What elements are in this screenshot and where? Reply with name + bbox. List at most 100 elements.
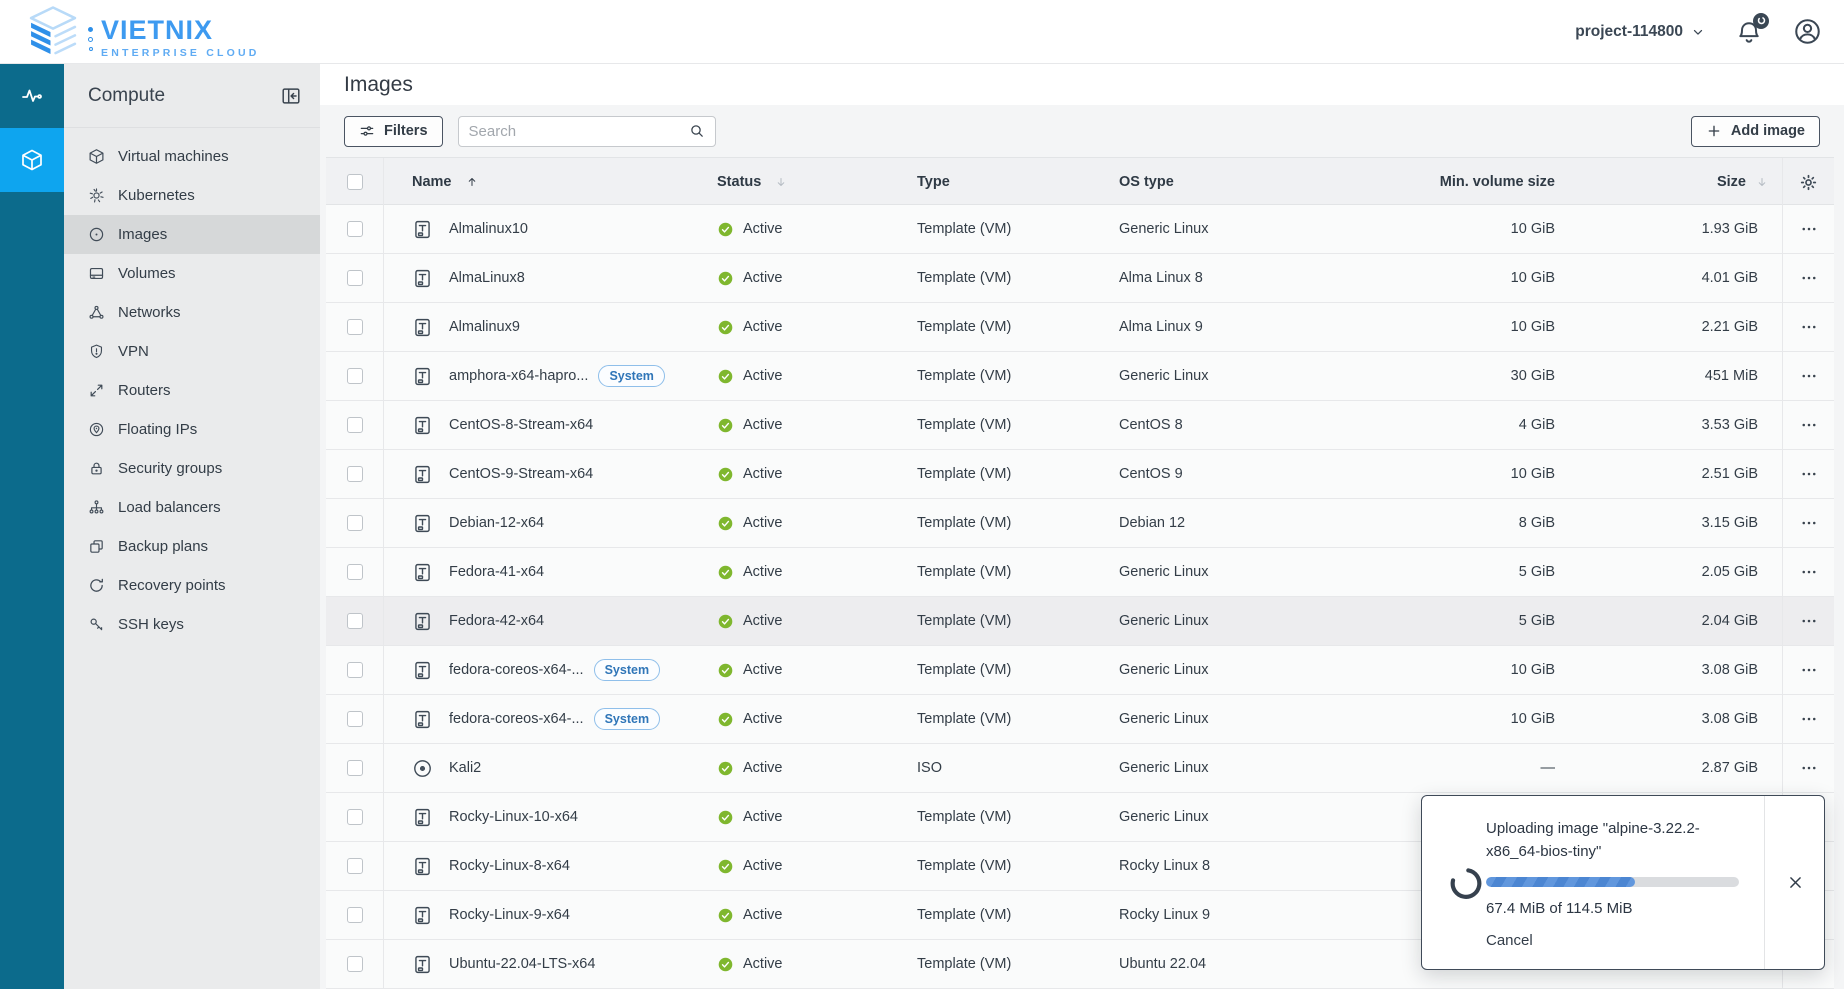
- sidebar-item-networks[interactable]: Networks: [64, 293, 320, 332]
- vietnix-logo[interactable]: VIETNIX ENTERPRISE CLOUD: [26, 5, 260, 59]
- row-actions-menu-icon[interactable]: [1800, 465, 1818, 483]
- row-checkbox[interactable]: [347, 956, 363, 972]
- row-checkbox[interactable]: [347, 809, 363, 825]
- row-checkbox[interactable]: [347, 221, 363, 237]
- image-name[interactable]: CentOS-9-Stream-x64: [449, 466, 593, 482]
- row-actions-menu-icon[interactable]: [1800, 367, 1818, 385]
- table-row-fedora-41-x64[interactable]: Fedora-41-x64ActiveTemplate (VM)Generic …: [326, 548, 1834, 597]
- image-name[interactable]: AlmaLinux8: [449, 270, 525, 286]
- sidebar-item-floating-ips[interactable]: Floating IPs: [64, 410, 320, 449]
- filters-button[interactable]: Filters: [344, 116, 443, 147]
- row-checkbox[interactable]: [347, 515, 363, 531]
- image-name[interactable]: Rocky-Linux-8-x64: [449, 858, 570, 874]
- row-checkbox[interactable]: [347, 711, 363, 727]
- column-header-name[interactable]: Name: [383, 158, 709, 206]
- rail-item-compute[interactable]: [0, 128, 64, 192]
- row-checkbox[interactable]: [347, 858, 363, 874]
- image-name[interactable]: Kali2: [449, 760, 481, 776]
- row-checkbox[interactable]: [347, 613, 363, 629]
- table-row-amphora-x64-hapro[interactable]: amphora-x64-hapro...SystemActiveTemplate…: [326, 352, 1834, 401]
- rail-item-monitoring[interactable]: [0, 64, 64, 128]
- row-actions-menu-icon[interactable]: [1800, 269, 1818, 287]
- row-actions-menu-icon[interactable]: [1800, 514, 1818, 532]
- type-cell: ISO: [909, 744, 1103, 792]
- size-cell: 1.93 GiB: [1559, 205, 1782, 253]
- search-input[interactable]: [469, 123, 689, 140]
- status-active-icon: [717, 270, 734, 287]
- account-icon[interactable]: [1793, 17, 1822, 46]
- table-row-fedora-coreos-x64[interactable]: fedora-coreos-x64-...SystemActiveTemplat…: [326, 646, 1834, 695]
- sidebar-item-load-balancers[interactable]: Load balancers: [64, 488, 320, 527]
- table-row-fedora-42-x64[interactable]: Fedora-42-x64ActiveTemplate (VM)Generic …: [326, 597, 1834, 646]
- table-row-centos-9-stream-x64[interactable]: CentOS-9-Stream-x64ActiveTemplate (VM)Ce…: [326, 450, 1834, 499]
- status-label: Active: [743, 368, 783, 384]
- column-header-min-volume-size[interactable]: Min. volume size: [1333, 158, 1559, 206]
- sidebar-item-backup-plans[interactable]: Backup plans: [64, 527, 320, 566]
- sidebar-item-ssh-keys[interactable]: SSH keys: [64, 605, 320, 644]
- row-checkbox[interactable]: [347, 907, 363, 923]
- table-row-almalinux10[interactable]: Almalinux10ActiveTemplate (VM)Generic Li…: [326, 205, 1834, 254]
- gear-icon[interactable]: [1799, 173, 1818, 192]
- table-row-almalinux8[interactable]: AlmaLinux8ActiveTemplate (VM)Alma Linux …: [326, 254, 1834, 303]
- image-name[interactable]: Fedora-41-x64: [449, 564, 544, 580]
- sidebar-item-virtual-machines[interactable]: Virtual machines: [64, 137, 320, 176]
- row-actions-menu-icon[interactable]: [1800, 661, 1818, 679]
- os-type-cell: Generic Linux: [1103, 744, 1333, 792]
- sidebar-item-recovery-points[interactable]: Recovery points: [64, 566, 320, 605]
- image-name[interactable]: Rocky-Linux-9-x64: [449, 907, 570, 923]
- row-checkbox[interactable]: [347, 564, 363, 580]
- sidebar-item-routers[interactable]: Routers: [64, 371, 320, 410]
- status-label: Active: [743, 956, 783, 972]
- project-selector[interactable]: project-114800: [1575, 23, 1705, 41]
- column-header-status[interactable]: Status: [709, 158, 909, 206]
- notifications-bell-icon[interactable]: [1735, 18, 1763, 46]
- disc-icon: [88, 226, 105, 243]
- row-actions-menu-icon[interactable]: [1800, 759, 1818, 777]
- add-image-button[interactable]: Add image: [1691, 116, 1820, 147]
- row-checkbox[interactable]: [347, 368, 363, 384]
- row-actions-menu-icon[interactable]: [1800, 318, 1818, 336]
- row-checkbox[interactable]: [347, 760, 363, 776]
- row-checkbox[interactable]: [347, 662, 363, 678]
- image-name[interactable]: Rocky-Linux-10-x64: [449, 809, 578, 825]
- sidebar-item-kubernetes[interactable]: Kubernetes: [64, 176, 320, 215]
- image-name[interactable]: fedora-coreos-x64-...: [449, 711, 584, 727]
- sidebar-item-volumes[interactable]: Volumes: [64, 254, 320, 293]
- table-row-centos-8-stream-x64[interactable]: CentOS-8-Stream-x64ActiveTemplate (VM)Ce…: [326, 401, 1834, 450]
- row-actions-menu-icon[interactable]: [1800, 612, 1818, 630]
- image-name[interactable]: CentOS-8-Stream-x64: [449, 417, 593, 433]
- table-row-debian-12-x64[interactable]: Debian-12-x64ActiveTemplate (VM)Debian 1…: [326, 499, 1834, 548]
- image-name[interactable]: Fedora-42-x64: [449, 613, 544, 629]
- type-cell: Template (VM): [909, 597, 1103, 645]
- sidebar-item-images[interactable]: Images: [64, 215, 320, 254]
- image-name[interactable]: Almalinux10: [449, 221, 528, 237]
- image-name[interactable]: Debian-12-x64: [449, 515, 544, 531]
- column-header-os-type[interactable]: OS type: [1103, 158, 1333, 206]
- plus-icon: [1706, 123, 1722, 139]
- column-header-type[interactable]: Type: [909, 158, 1103, 206]
- row-checkbox[interactable]: [347, 270, 363, 286]
- image-name[interactable]: amphora-x64-hapro...: [449, 368, 588, 384]
- row-actions-menu-icon[interactable]: [1800, 563, 1818, 581]
- table-row-almalinux9[interactable]: Almalinux9ActiveTemplate (VM)Alma Linux …: [326, 303, 1834, 352]
- row-checkbox[interactable]: [347, 466, 363, 482]
- row-actions-menu-icon[interactable]: [1800, 710, 1818, 728]
- row-checkbox[interactable]: [347, 319, 363, 335]
- row-actions-menu-icon[interactable]: [1800, 416, 1818, 434]
- column-header-size[interactable]: Size: [1559, 158, 1782, 206]
- close-toast-button[interactable]: [1764, 796, 1826, 969]
- sidebar-item-vpn[interactable]: VPN: [64, 332, 320, 371]
- select-all-checkbox[interactable]: [347, 174, 363, 190]
- sidebar-item-security-groups[interactable]: Security groups: [64, 449, 320, 488]
- image-name[interactable]: Almalinux9: [449, 319, 520, 335]
- search-icon[interactable]: [689, 123, 705, 139]
- row-actions-menu-icon[interactable]: [1800, 220, 1818, 238]
- image-name[interactable]: Ubuntu-22.04-LTS-x64: [449, 956, 595, 972]
- cube-icon: [88, 148, 105, 165]
- image-name[interactable]: fedora-coreos-x64-...: [449, 662, 584, 678]
- table-row-fedora-coreos-x64[interactable]: fedora-coreos-x64-...SystemActiveTemplat…: [326, 695, 1834, 744]
- cancel-upload-link[interactable]: Cancel: [1486, 932, 1533, 949]
- table-row-kali2[interactable]: Kali2ActiveISOGeneric Linux—2.87 GiB: [326, 744, 1834, 793]
- row-checkbox[interactable]: [347, 417, 363, 433]
- collapse-sidebar-icon[interactable]: [280, 85, 302, 107]
